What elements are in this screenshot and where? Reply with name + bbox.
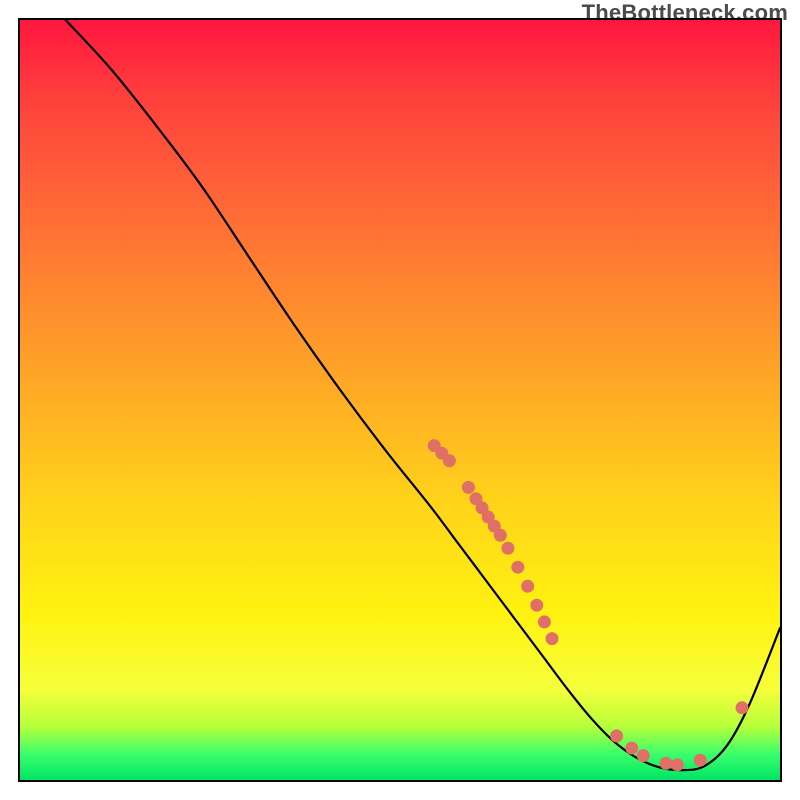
highlight-dot [462,481,475,494]
highlight-dot [443,454,456,467]
highlight-dot [660,757,673,770]
curve-layer [20,20,780,780]
plot-area [18,18,782,782]
highlight-dot [501,542,514,555]
bottleneck-chart: TheBottleneck.com [0,0,800,800]
highlight-dot [671,758,684,771]
highlight-dot [736,701,749,714]
highlight-dot [538,615,551,628]
highlight-dot [610,729,623,742]
highlight-dots [428,439,749,771]
bottleneck-curve [66,20,780,770]
highlight-dot [511,561,524,574]
highlight-dot [530,599,543,612]
highlight-dot [494,529,507,542]
highlight-dot [521,580,534,593]
highlight-dot [546,632,559,645]
highlight-dot [625,742,638,755]
highlight-dot [694,754,707,767]
highlight-dot [637,749,650,762]
